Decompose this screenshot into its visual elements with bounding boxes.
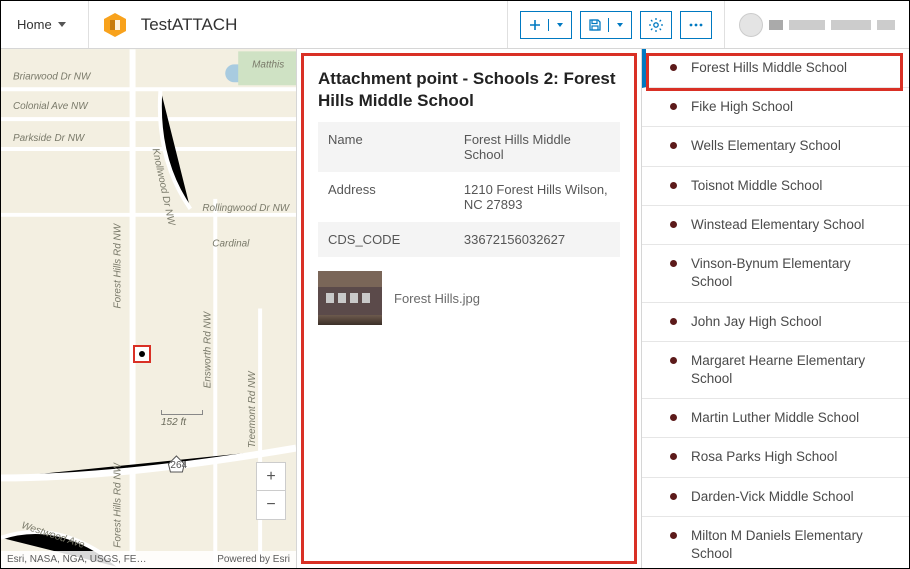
user-name-redacted: [769, 20, 783, 30]
zoom-out-button[interactable]: −: [257, 491, 285, 519]
list-item[interactable]: Winstead Elementary School: [642, 206, 909, 245]
list-item-label: Wells Elementary School: [691, 137, 841, 155]
map-scale: 152 ft: [161, 410, 203, 428]
map-pane[interactable]: Briarwood Dr NW Colonial Ave NW Parkside…: [1, 49, 297, 568]
svg-text:Ensworth Rd NW: Ensworth Rd NW: [202, 310, 213, 388]
svg-text:Colonial Ave NW: Colonial Ave NW: [13, 101, 89, 112]
list-item-label: Martin Luther Middle School: [691, 409, 859, 427]
list-item[interactable]: Vinson-Bynum Elementary School: [642, 245, 909, 302]
point-icon: [670, 103, 677, 110]
svg-text:Matthis: Matthis: [252, 59, 284, 70]
settings-button[interactable]: [640, 11, 672, 39]
list-item[interactable]: Wells Elementary School: [642, 127, 909, 166]
list-item-label: Forest Hills Middle School: [691, 59, 847, 77]
svg-text:Treemont Rd NW: Treemont Rd NW: [247, 370, 258, 448]
point-icon: [670, 260, 677, 267]
map-canvas[interactable]: Briarwood Dr NW Colonial Ave NW Parkside…: [1, 49, 296, 568]
list-item-label: John Jay High School: [691, 313, 822, 331]
attachment-name: Forest Hills.jpg: [394, 291, 480, 306]
list-item-label: Vinson-Bynum Elementary School: [691, 255, 895, 291]
avatar: [739, 13, 763, 37]
credits-right: Powered by Esri: [217, 554, 290, 565]
list-item-label: Milton M Daniels Elementary School: [691, 527, 895, 563]
add-button[interactable]: [520, 11, 572, 39]
point-icon: [670, 453, 677, 460]
list-item-label: Margaret Hearne Elementary School: [691, 352, 895, 388]
detail-table: NameForest Hills Middle School Address12…: [318, 122, 620, 257]
table-row: Address1210 Forest Hills Wilson, NC 2789…: [318, 172, 620, 222]
svg-text:Forest Hills Rd NW: Forest Hills Rd NW: [113, 222, 124, 308]
list-item[interactable]: John Jay High School: [642, 303, 909, 342]
gear-icon: [648, 17, 664, 33]
point-icon: [670, 221, 677, 228]
zoom-in-button[interactable]: +: [257, 463, 285, 491]
svg-text:Forest Hills Rd NW: Forest Hills Rd NW: [113, 461, 124, 547]
list-item-label: Rosa Parks High School: [691, 448, 837, 466]
list-item[interactable]: Margaret Hearne Elementary School: [642, 342, 909, 399]
save-button[interactable]: [580, 11, 632, 39]
page-title: TestATTACH: [141, 15, 238, 35]
app-logo-icon: [101, 11, 129, 39]
point-icon: [670, 142, 677, 149]
point-icon: [670, 182, 677, 189]
detail-title: Attachment point - Schools 2: Forest Hil…: [318, 68, 620, 112]
svg-text:Cardinal: Cardinal: [212, 239, 250, 250]
list-item[interactable]: Toisnot Middle School: [642, 167, 909, 206]
attachment-thumbnail: [318, 271, 382, 325]
content: Briarwood Dr NW Colonial Ave NW Parkside…: [1, 49, 909, 568]
point-icon: [670, 493, 677, 500]
list-item[interactable]: Martin Luther Middle School: [642, 399, 909, 438]
list-item[interactable]: Fike High School: [642, 88, 909, 127]
detail-pane: Attachment point - Schools 2: Forest Hil…: [301, 53, 637, 564]
point-icon: [670, 414, 677, 421]
point-icon: [670, 318, 677, 325]
list-item-label: Darden-Vick Middle School: [691, 488, 854, 506]
svg-text:Rollingwood Dr NW: Rollingwood Dr NW: [202, 203, 290, 214]
table-row: NameForest Hills Middle School: [318, 122, 620, 172]
list-item[interactable]: Forest Hills Middle School: [642, 49, 909, 88]
caret-down-icon: [58, 22, 66, 27]
list-item-label: Winstead Elementary School: [691, 216, 864, 234]
list-item-label: Fike High School: [691, 98, 793, 116]
list-item[interactable]: Milton M Daniels Elementary School: [642, 517, 909, 568]
list-item-label: Toisnot Middle School: [691, 177, 822, 195]
svg-text:Parkside Dr NW: Parkside Dr NW: [13, 133, 86, 144]
credits-left: Esri, NASA, NGA, USGS, FE…: [7, 554, 146, 565]
point-icon: [670, 64, 677, 71]
point-icon: [670, 532, 677, 539]
svg-text:Briarwood Dr NW: Briarwood Dr NW: [13, 71, 92, 82]
list-item[interactable]: Darden-Vick Middle School: [642, 478, 909, 517]
map-marker[interactable]: [133, 345, 151, 363]
map-credits: Esri, NASA, NGA, USGS, FE… Powered by Es…: [1, 551, 296, 568]
attachment-row[interactable]: Forest Hills.jpg: [318, 271, 620, 325]
list-pane: Forest Hills Middle School Fike High Scho…: [641, 49, 909, 568]
zoom-control: + −: [256, 462, 286, 520]
save-icon: [588, 18, 602, 32]
toolbar: [507, 1, 725, 48]
point-icon: [670, 357, 677, 364]
more-button[interactable]: [680, 11, 712, 39]
caret-down-icon: [557, 23, 563, 27]
app-header: Home TestATTACH: [1, 1, 909, 49]
home-dropdown[interactable]: Home: [1, 1, 89, 48]
table-row: CDS_CODE33672156032627: [318, 222, 620, 257]
list-item[interactable]: Rosa Parks High School: [642, 438, 909, 477]
user-area[interactable]: [725, 1, 909, 48]
svg-text:264: 264: [170, 460, 187, 471]
caret-down-icon: [617, 23, 623, 27]
home-label: Home: [17, 17, 52, 32]
ellipsis-icon: [688, 22, 704, 28]
